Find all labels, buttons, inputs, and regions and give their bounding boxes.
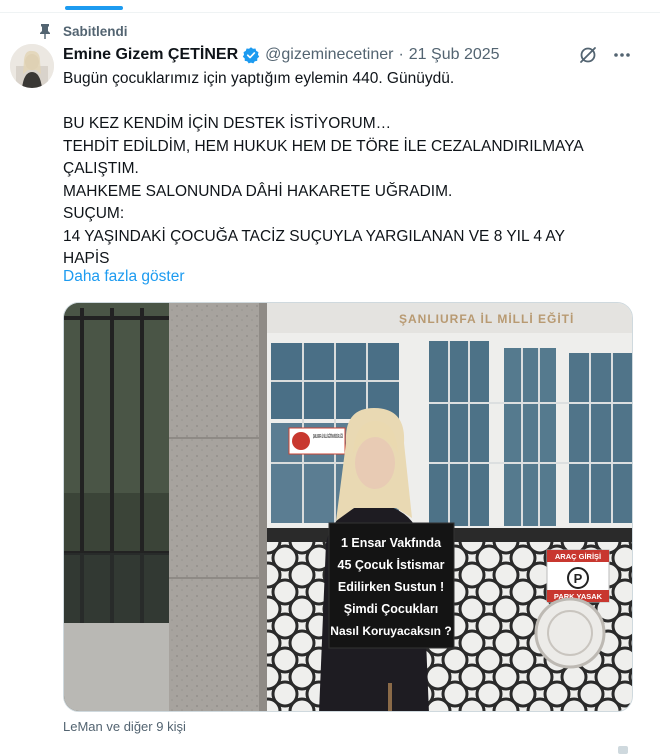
pinned-indicator: Sabitlendi — [38, 22, 128, 40]
placard-line: 1 Ensar Vakfında — [341, 536, 442, 550]
ministry-emblem — [534, 597, 606, 669]
action-bar-edge — [618, 746, 628, 754]
tweet-line — [63, 91, 623, 114]
tweet-line: SUÇUM: — [63, 205, 125, 222]
divider — [0, 12, 660, 13]
tweet-line: BU KEZ KENDİM İÇİN DESTEK İSTİYORUM… — [63, 115, 392, 132]
parking-sign: ARAÇ GİRİŞİ P PARK YASAK — [546, 549, 610, 603]
placard-line: Şimdi Çocukları — [344, 602, 438, 616]
protest-placard: 1 Ensar Vakfında 45 Çocuk İstismar Edili… — [328, 522, 455, 649]
tweet-line: TEHDİT EDİLDİM, HEM HUKUK HEM DE TÖRE İL… — [63, 137, 584, 155]
pin-icon — [40, 24, 50, 39]
avatar[interactable] — [10, 44, 54, 88]
tab-indicator — [65, 6, 123, 10]
door-sign-text: ŞANLIURFA İL MİLLİ EĞİTİM MÜDÜRLÜĞÜ — [313, 432, 343, 440]
separator-dot: · — [398, 46, 404, 63]
author-name[interactable]: Emine Gizem ÇETİNER — [63, 46, 238, 64]
liked-by-text[interactable]: LeMan ve diğer 9 kişi — [63, 719, 186, 734]
placard-line: Edilirken Sustun ! — [338, 580, 444, 594]
pinned-label: Sabitlendi — [63, 23, 128, 39]
avatar-image — [10, 44, 54, 88]
parking-sign-letter: P — [574, 571, 583, 586]
verified-badge-icon[interactable] — [242, 46, 260, 64]
placard-line: 45 Çocuk İstismar — [338, 557, 445, 572]
parking-sign-top: ARAÇ GİRİŞİ — [555, 552, 601, 561]
tweet-text: Bugün çocuklarımız için yaptığım eylemin… — [63, 68, 623, 271]
tweet-date[interactable]: 21 Şub 2025 — [409, 46, 500, 64]
tweet-line: Bugün çocuklarımız için yaptığım eylemin… — [63, 70, 455, 87]
show-more-link[interactable]: Daha fazla göster — [63, 268, 185, 286]
more-options-icon[interactable] — [612, 45, 632, 65]
grok-icon[interactable] — [578, 45, 598, 65]
tweet-line: 14 YAŞINDAKİ ÇOCUĞA TACİZ SUÇUYLA YARGIL… — [63, 227, 565, 245]
tweet-actions-top — [578, 45, 632, 65]
author-handle[interactable]: @gizeminecetiner — [265, 46, 393, 64]
tweet-header: Emine Gizem ÇETİNER @gizeminecetiner · 2… — [63, 44, 500, 66]
tweet-line: ÇALIŞTIM. — [63, 160, 139, 177]
placard-line: Nasıl Koruyacaksın ? — [330, 624, 451, 638]
building-sign: ŞANLIURFA İL MİLLİ EĞİTİ — [399, 311, 574, 326]
tweet-photo[interactable]: ŞANLIURFA İL MİLLİ EĞİTİ 1 Ensar Vakfınd… — [63, 302, 633, 712]
tweet-line: MAHKEME SALONUNDA DÂHİ HAKARETE UĞRADIM. — [63, 182, 453, 200]
